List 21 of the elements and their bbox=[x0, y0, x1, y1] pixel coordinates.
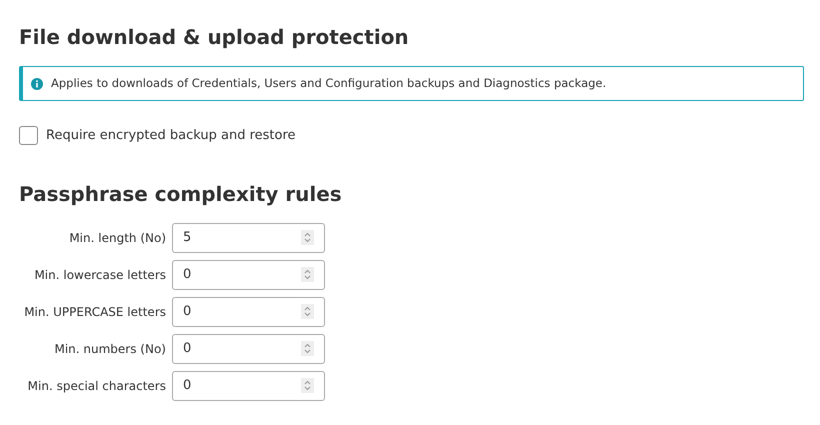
rules-title: Passphrase complexity rules bbox=[19, 180, 342, 206]
section-title: File download & upload protection bbox=[19, 24, 409, 50]
number-field[interactable]: 0 bbox=[172, 296, 325, 326]
field-label: Min. special characters bbox=[26, 378, 167, 394]
field-label: Min. length (No) bbox=[68, 230, 167, 246]
spinner-icon[interactable] bbox=[301, 304, 314, 319]
spinner-icon[interactable] bbox=[301, 378, 314, 393]
checkbox[interactable] bbox=[19, 126, 38, 146]
checkbox-label: Require encrypted backup and restore bbox=[46, 127, 296, 145]
number-field[interactable]: 0 bbox=[172, 334, 325, 364]
field-label: Min. numbers (No) bbox=[53, 340, 167, 358]
spinner-icon[interactable] bbox=[301, 267, 314, 282]
number-field[interactable]: 5 bbox=[172, 222, 325, 252]
field-label: Min. lowercase letters bbox=[33, 266, 167, 284]
info-icon bbox=[31, 78, 43, 90]
number-field[interactable]: 0 bbox=[172, 370, 325, 400]
number-field[interactable]: 0 bbox=[172, 260, 325, 290]
field-label: Min. UPPERCASE letters bbox=[23, 304, 167, 320]
spinner-icon[interactable] bbox=[301, 230, 314, 245]
spinner-icon[interactable] bbox=[301, 341, 314, 356]
info-text: Applies to downloads of Credentials, Users and Configuration backups and Diagnostics package. bbox=[51, 74, 606, 92]
